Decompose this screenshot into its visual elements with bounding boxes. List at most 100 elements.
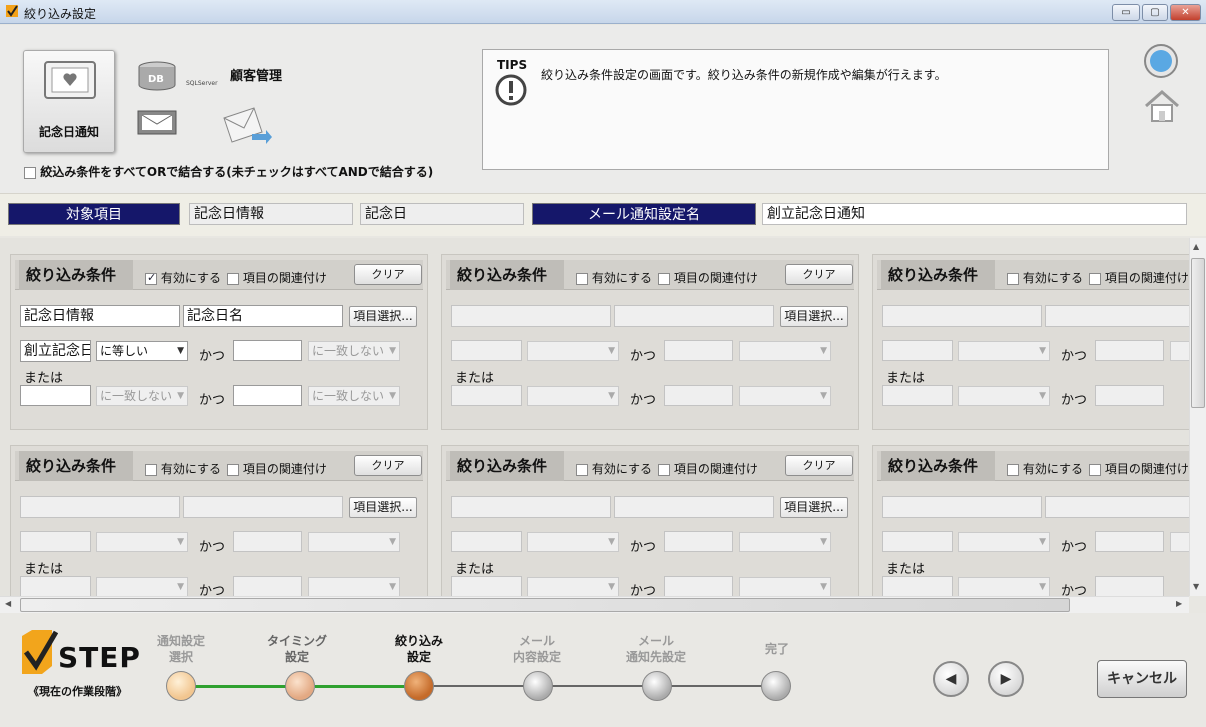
operator-select-1[interactable]: ▼	[958, 532, 1050, 552]
value-input-3[interactable]	[451, 576, 522, 596]
scroll-right-icon[interactable]: ▶	[1176, 599, 1182, 608]
scroll-left-icon[interactable]: ◀	[5, 599, 11, 608]
value-input-4[interactable]	[664, 576, 733, 596]
relate-checkbox[interactable]: 項目の関連付け	[658, 269, 758, 286]
operator-select-3[interactable]: ▼	[96, 577, 188, 596]
enable-check[interactable]	[1007, 463, 1019, 476]
value-input-4[interactable]	[233, 576, 302, 596]
value-input-2[interactable]	[233, 531, 302, 552]
next-button[interactable]: ▶	[988, 661, 1024, 697]
value-input-3[interactable]	[451, 385, 522, 406]
value-input-2[interactable]	[1095, 531, 1164, 552]
value-input-2[interactable]	[664, 340, 733, 361]
prev-button[interactable]: ◀	[933, 661, 969, 697]
relate-checkbox[interactable]: 項目の関連付け	[227, 460, 327, 477]
value-input-1[interactable]	[882, 531, 953, 552]
select-item-button[interactable]: 項目選択...	[349, 497, 417, 518]
value-input-2[interactable]	[664, 531, 733, 552]
database-icon[interactable]: DB	[137, 61, 177, 91]
enable-check[interactable]	[1007, 272, 1019, 285]
operator-select-3[interactable]: に一致しない ▼	[96, 386, 188, 406]
enable-check[interactable]	[145, 271, 157, 285]
value-input-2[interactable]	[233, 340, 302, 361]
mail-icon[interactable]	[137, 110, 177, 135]
relate-check[interactable]	[1089, 272, 1101, 285]
enable-check[interactable]	[576, 463, 588, 476]
value-input-2[interactable]	[1095, 340, 1164, 361]
clear-button[interactable]: クリア	[785, 264, 853, 285]
operator-select-1[interactable]: ▼	[96, 532, 188, 552]
operator-select-1[interactable]: ▼	[527, 341, 619, 361]
operator-select-2[interactable]: に一致しない ▼	[308, 341, 400, 361]
field-input-2[interactable]	[1045, 305, 1189, 327]
scroll-up-icon[interactable]: ▲	[1193, 242, 1199, 251]
field-input-2[interactable]: 記念日名	[183, 305, 343, 327]
value-input-4[interactable]	[1095, 576, 1164, 596]
operator-select-3[interactable]: ▼	[527, 386, 619, 406]
enable-checkbox[interactable]: 有効にする	[1007, 460, 1083, 477]
operator-select-2[interactable]: ▼	[1170, 532, 1189, 552]
value-input-1[interactable]	[882, 340, 953, 361]
horizontal-scrollbar[interactable]: ◀ ▶	[0, 596, 1189, 613]
vertical-scrollbar[interactable]: ▲ ▼	[1189, 238, 1206, 596]
operator-select-4[interactable]: に一致しない ▼	[308, 386, 400, 406]
customer-label[interactable]: 顧客管理	[230, 65, 282, 84]
operator-select-2[interactable]: ▼	[1170, 341, 1189, 361]
value-input-3[interactable]	[20, 576, 91, 596]
operator-select-2[interactable]: ▼	[308, 532, 400, 552]
value-input-4[interactable]	[233, 385, 302, 406]
scroll-down-icon[interactable]: ▼	[1193, 582, 1199, 591]
maximize-button[interactable]: ▢	[1142, 4, 1168, 21]
enable-checkbox[interactable]: 有効にする	[145, 269, 221, 286]
field-input-2[interactable]	[183, 496, 343, 518]
field-input-1[interactable]: 記念日情報	[20, 305, 180, 327]
operator-select-3[interactable]: ▼	[958, 386, 1050, 406]
value-input-1[interactable]	[451, 340, 522, 361]
field-input-1[interactable]	[882, 496, 1042, 518]
relate-check[interactable]	[658, 272, 670, 285]
enable-checkbox[interactable]: 有効にする	[576, 460, 652, 477]
or-combine-checkbox[interactable]: 絞込み条件をすべてORで結合する(未チェックはすべてANDで結合する)	[24, 163, 433, 180]
enable-checkbox[interactable]: 有効にする	[145, 460, 221, 477]
close-button[interactable]: ✕	[1170, 4, 1201, 21]
mail-setting-name[interactable]: 創立記念日通知	[762, 203, 1187, 225]
relate-check[interactable]	[1089, 463, 1101, 476]
enable-checkbox[interactable]: 有効にする	[576, 269, 652, 286]
relate-checkbox[interactable]: 項目の関連付け	[1089, 460, 1189, 477]
operator-select-1[interactable]: に等しい ▼	[96, 341, 188, 361]
field-input-1[interactable]	[882, 305, 1042, 327]
value-input-4[interactable]	[664, 385, 733, 406]
help-icon[interactable]	[1143, 43, 1179, 79]
select-item-button[interactable]: 項目選択...	[780, 306, 848, 327]
operator-select-1[interactable]: ▼	[958, 341, 1050, 361]
value-input-3[interactable]	[882, 385, 953, 406]
operator-select-2[interactable]: ▼	[739, 532, 831, 552]
field-input-2[interactable]	[1045, 496, 1189, 518]
value-input-3[interactable]	[20, 385, 91, 406]
horizontal-scroll-thumb[interactable]	[20, 598, 1070, 612]
cancel-button[interactable]: キャンセル	[1097, 660, 1187, 698]
enable-check[interactable]	[576, 272, 588, 285]
relate-checkbox[interactable]: 項目の関連付け	[1089, 269, 1189, 286]
vertical-scroll-thumb[interactable]	[1191, 258, 1205, 408]
anniversary-button[interactable]: 記念日通知	[23, 50, 115, 153]
value-input-4[interactable]	[1095, 385, 1164, 406]
operator-select-1[interactable]: ▼	[527, 532, 619, 552]
clear-button[interactable]: クリア	[354, 264, 422, 285]
operator-select-4[interactable]: ▼	[739, 386, 831, 406]
relate-checkbox[interactable]: 項目の関連付け	[227, 269, 327, 286]
relate-check[interactable]	[227, 463, 239, 476]
field-input-2[interactable]	[614, 496, 774, 518]
relate-check[interactable]	[227, 272, 239, 285]
value-input-1[interactable]: 創立記念日	[20, 340, 91, 362]
home-icon[interactable]	[1142, 88, 1182, 124]
select-item-button[interactable]: 項目選択...	[349, 306, 417, 327]
field-input-1[interactable]	[451, 496, 611, 518]
clear-button[interactable]: クリア	[785, 455, 853, 476]
value-input-1[interactable]	[20, 531, 91, 552]
operator-select-3[interactable]: ▼	[958, 577, 1050, 596]
operator-select-3[interactable]: ▼	[527, 577, 619, 596]
select-item-button[interactable]: 項目選択...	[780, 497, 848, 518]
enable-checkbox[interactable]: 有効にする	[1007, 269, 1083, 286]
relate-check[interactable]	[658, 463, 670, 476]
